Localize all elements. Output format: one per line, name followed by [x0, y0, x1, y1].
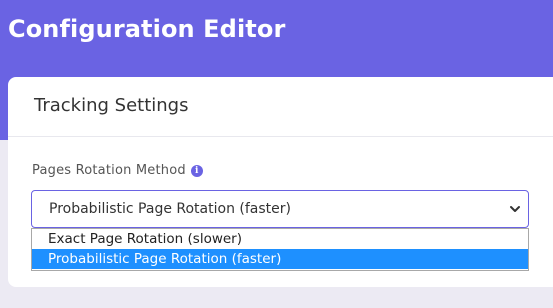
card-header: Tracking Settings — [8, 77, 553, 137]
chevron-down-icon — [510, 206, 520, 212]
option-probabilistic-rotation[interactable]: Probabilistic Page Rotation (faster) — [32, 249, 528, 269]
field-label-text: Pages Rotation Method — [32, 163, 186, 178]
field-label: Pages Rotation Method i — [32, 163, 203, 178]
rotation-method-select[interactable]: Probabilistic Page Rotation (faster) — [31, 190, 529, 228]
info-icon[interactable]: i — [190, 164, 203, 177]
select-value: Probabilistic Page Rotation (faster) — [49, 201, 291, 217]
card-title: Tracking Settings — [34, 95, 189, 116]
option-exact-rotation[interactable]: Exact Page Rotation (slower) — [32, 229, 528, 249]
rotation-method-dropdown: Exact Page Rotation (slower) Probabilist… — [31, 228, 529, 271]
app-title: Configuration Editor — [8, 15, 286, 43]
